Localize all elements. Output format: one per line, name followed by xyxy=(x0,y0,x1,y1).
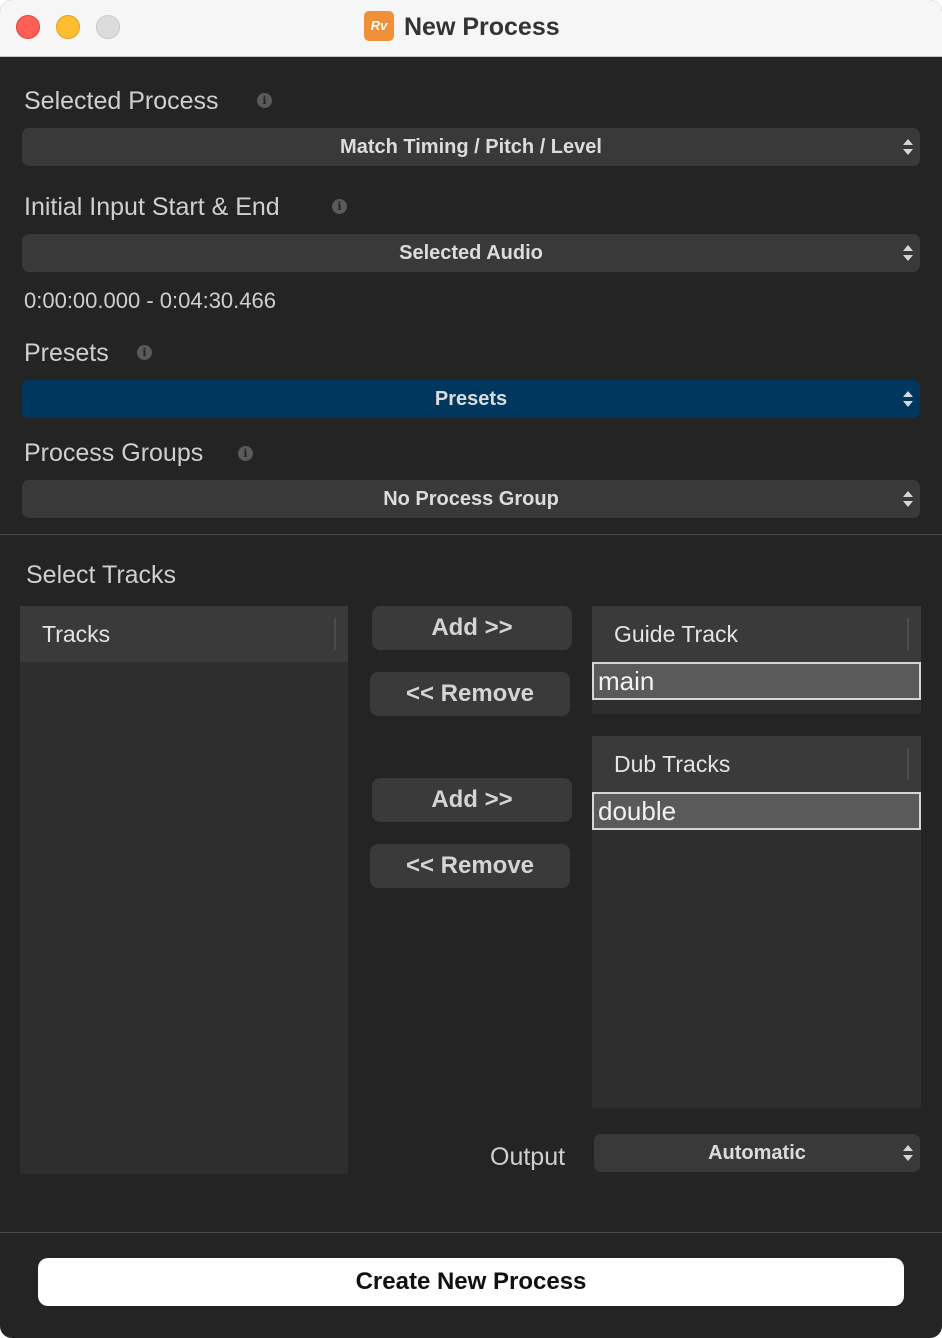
add-guide-button[interactable]: Add >> xyxy=(372,606,572,650)
selected-process-info-icon[interactable]: i xyxy=(257,93,272,108)
presets-info-icon[interactable]: i xyxy=(137,345,152,360)
presets-select[interactable]: Presets xyxy=(22,380,920,418)
dub-tracks-header: Dub Tracks xyxy=(592,736,921,792)
process-groups-info-icon[interactable]: i xyxy=(238,446,253,461)
process-groups-value: No Process Group xyxy=(383,488,559,510)
output-value: Automatic xyxy=(708,1142,806,1164)
new-process-window: Rv New Process Selected Process i Match … xyxy=(0,0,942,1338)
presets-value: Presets xyxy=(434,388,508,410)
close-window-button[interactable] xyxy=(16,15,40,39)
tracks-list[interactable]: Tracks xyxy=(20,606,348,1174)
initial-input-select[interactable]: Selected Audio xyxy=(22,234,920,272)
select-arrows-icon xyxy=(903,245,913,261)
dub-tracks-list[interactable]: Dub Tracks double xyxy=(592,736,921,1108)
create-new-process-button[interactable]: Create New Process xyxy=(38,1258,904,1306)
select-tracks-label: Select Tracks xyxy=(26,561,177,589)
header-separator xyxy=(334,618,336,650)
zoom-window-button[interactable] xyxy=(96,15,120,39)
select-arrows-icon xyxy=(903,139,913,155)
input-time-range: 0:00:00.000 - 0:04:30.466 xyxy=(24,288,276,313)
selected-process-select[interactable]: Match Timing / Pitch / Level xyxy=(22,128,920,166)
initial-input-label: Initial Input Start & End xyxy=(24,193,280,221)
minimize-window-button[interactable] xyxy=(56,15,80,39)
presets-label: Presets xyxy=(24,339,109,367)
title-bar: Rv New Process xyxy=(0,0,942,57)
add-dub-button[interactable]: Add >> xyxy=(372,778,572,822)
remove-dub-button[interactable]: << Remove xyxy=(370,844,570,888)
section-divider xyxy=(0,534,942,535)
initial-input-value: Selected Audio xyxy=(399,242,543,264)
guide-track-list[interactable]: Guide Track main xyxy=(592,606,921,714)
guide-track-header: Guide Track xyxy=(592,606,921,662)
guide-track-item[interactable]: main xyxy=(592,662,921,700)
remove-guide-button[interactable]: << Remove xyxy=(370,672,570,716)
tracks-header-label: Tracks xyxy=(42,621,111,647)
selected-process-label: Selected Process xyxy=(24,87,219,115)
select-arrows-icon xyxy=(903,1145,913,1161)
process-groups-label: Process Groups xyxy=(24,439,204,467)
dub-tracks-header-label: Dub Tracks xyxy=(614,751,731,777)
tracks-list-header: Tracks xyxy=(20,606,348,662)
select-arrows-icon xyxy=(903,491,913,507)
window-title: New Process xyxy=(404,13,560,41)
dub-track-item[interactable]: double xyxy=(592,792,921,830)
initial-input-info-icon[interactable]: i xyxy=(332,199,347,214)
footer-divider xyxy=(0,1232,942,1233)
selected-process-value: Match Timing / Pitch / Level xyxy=(340,136,602,158)
process-groups-select[interactable]: No Process Group xyxy=(22,480,920,518)
header-separator xyxy=(907,618,909,650)
output-label: Output xyxy=(490,1143,566,1171)
app-icon: Rv xyxy=(364,11,394,41)
select-arrows-icon xyxy=(903,391,913,407)
guide-track-header-label: Guide Track xyxy=(614,621,738,647)
output-select[interactable]: Automatic xyxy=(594,1134,920,1172)
header-separator xyxy=(907,748,909,780)
